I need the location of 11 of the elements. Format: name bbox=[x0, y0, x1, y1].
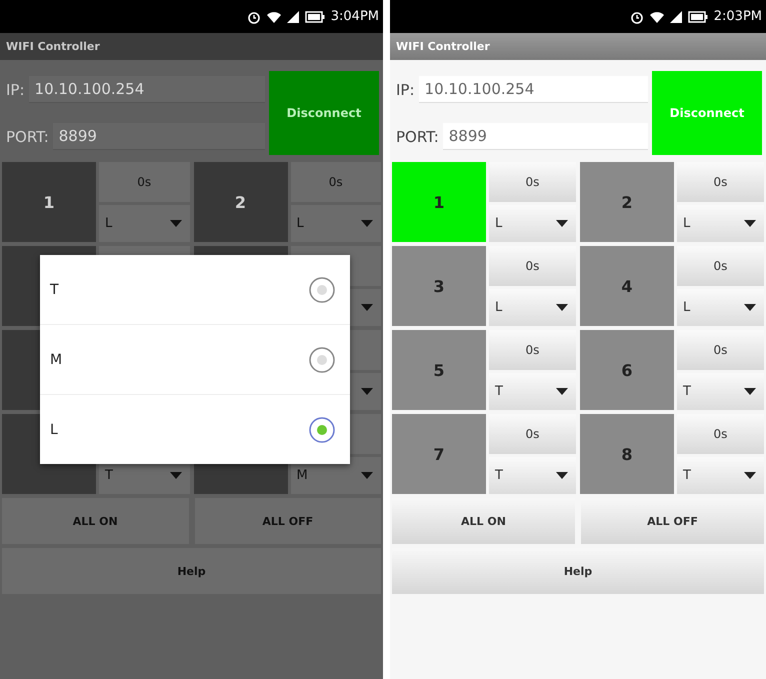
app-title-bar: WIFI Controller bbox=[0, 33, 383, 60]
ip-label: IP: bbox=[396, 80, 415, 98]
option-label: T bbox=[50, 282, 59, 298]
status-time: 2:03PM bbox=[714, 9, 762, 24]
port-label: PORT: bbox=[6, 128, 49, 146]
option-label: M bbox=[50, 352, 62, 368]
port-label: PORT: bbox=[396, 128, 439, 146]
status-time: 3:04PM bbox=[330, 9, 379, 24]
option-label: L bbox=[50, 422, 58, 438]
ip-label: IP: bbox=[6, 80, 25, 98]
app-title-bar: WIFI Controller bbox=[390, 33, 766, 60]
